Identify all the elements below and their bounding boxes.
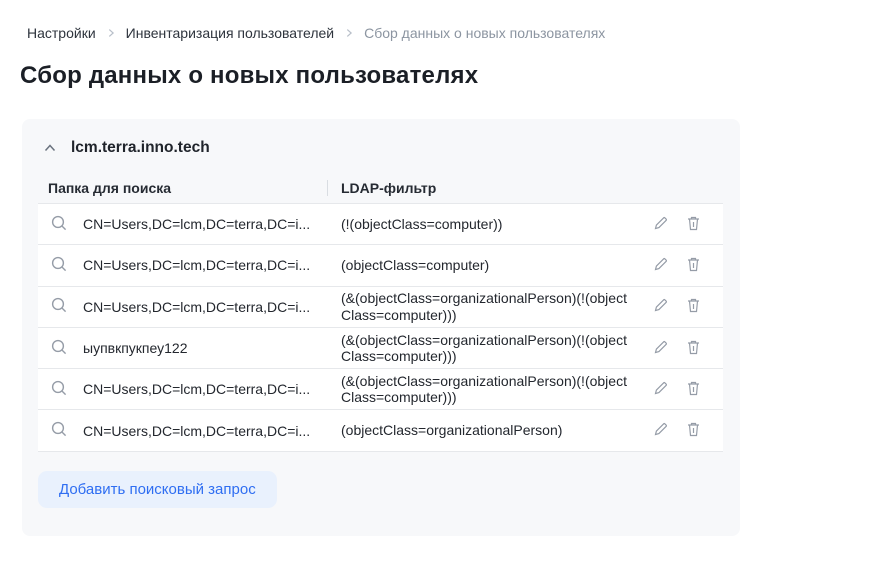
trash-icon (686, 215, 701, 234)
search-icon (50, 214, 68, 235)
breadcrumb-item-settings[interactable]: Настройки (27, 25, 96, 41)
pencil-icon (653, 380, 669, 399)
delete-button[interactable] (686, 339, 701, 358)
edit-button[interactable] (653, 380, 669, 399)
ldap-filter: (&(objectClass=organizationalPerson)(!(o… (341, 331, 627, 365)
domain-name: lcm.terra.inno.tech (71, 139, 210, 156)
search-folder: CN=Users,DC=lcm,DC=terra,DC=i... (83, 381, 311, 398)
domain-section-header: lcm.terra.inno.tech (22, 119, 740, 157)
trash-icon (686, 339, 701, 358)
trash-icon (686, 380, 701, 399)
search-icon (50, 420, 68, 441)
search-folder: CN=Users,DC=lcm,DC=terra,DC=i... (83, 216, 311, 233)
add-search-query-button[interactable]: Добавить поисковый запрос (38, 470, 277, 508)
pencil-icon (653, 215, 669, 234)
pencil-icon (653, 421, 669, 440)
search-folder: CN=Users,DC=lcm,DC=terra,DC=i... (83, 298, 311, 315)
domain-panel: lcm.terra.inno.tech Папка для поиска LDA… (22, 119, 740, 536)
search-icon (50, 338, 68, 359)
trash-icon (686, 421, 701, 440)
table-row: CN=Users,DC=lcm,DC=terra,DC=i... (&(obje… (38, 286, 723, 328)
table-row: CN=Users,DC=lcm,DC=terra,DC=i... (object… (38, 245, 723, 287)
ldap-filter: (!(objectClass=computer)) (341, 215, 503, 232)
table-header-row: Папка для поиска LDAP-фильтр (38, 173, 723, 204)
column-header-folder: Папка для поиска (48, 180, 172, 196)
breadcrumb-item-user-inventory[interactable]: Инвентаризация пользователей (126, 25, 334, 41)
column-header-ldap-filter: LDAP-фильтр (341, 180, 437, 196)
edit-button[interactable] (653, 421, 669, 440)
delete-button[interactable] (686, 380, 701, 399)
search-icon (50, 379, 68, 400)
search-folder: ыупвкпукпеу122 (83, 340, 188, 357)
pencil-icon (653, 339, 669, 358)
ldap-filter: (objectClass=organizationalPerson) (341, 422, 563, 439)
table-row: ыупвкпукпеу122 (&(objectClass=organizati… (38, 327, 723, 370)
table-row: CN=Users,DC=lcm,DC=terra,DC=i... (!(obje… (38, 204, 723, 246)
trash-icon (686, 297, 701, 316)
delete-button[interactable] (686, 256, 701, 275)
search-icon (50, 296, 68, 317)
edit-button[interactable] (653, 297, 669, 316)
pencil-icon (653, 297, 669, 316)
table-row: CN=Users,DC=lcm,DC=terra,DC=i... (&(obje… (38, 369, 723, 411)
delete-button[interactable] (686, 215, 701, 234)
search-queries-table: Папка для поиска LDAP-фильтр CN=Users,DC… (38, 173, 723, 452)
delete-button[interactable] (686, 421, 701, 440)
edit-button[interactable] (653, 339, 669, 358)
edit-button[interactable] (653, 215, 669, 234)
edit-button[interactable] (653, 256, 669, 275)
pencil-icon (653, 256, 669, 275)
breadcrumb: Настройки Инвентаризация пользователей С… (27, 25, 886, 41)
page-title: Сбор данных о новых пользователях (20, 62, 479, 89)
breadcrumb-item-current: Сбор данных о новых пользователях (364, 25, 606, 41)
ldap-filter: (&(objectClass=organizationalPerson)(!(o… (341, 290, 627, 323)
table-row: CN=Users,DC=lcm,DC=terra,DC=i... (object… (38, 410, 723, 452)
chevron-right-icon (343, 27, 355, 39)
search-icon (50, 255, 68, 276)
search-folder: CN=Users,DC=lcm,DC=terra,DC=i... (83, 257, 311, 274)
search-folder: CN=Users,DC=lcm,DC=terra,DC=i... (83, 422, 311, 439)
chevron-right-icon (105, 27, 117, 39)
collapse-chevron-up-icon[interactable] (42, 140, 58, 156)
ldap-filter: (objectClass=computer) (341, 257, 490, 274)
trash-icon (686, 256, 701, 275)
delete-button[interactable] (686, 297, 701, 316)
ldap-filter: (&(objectClass=organizationalPerson)(!(o… (341, 372, 627, 406)
